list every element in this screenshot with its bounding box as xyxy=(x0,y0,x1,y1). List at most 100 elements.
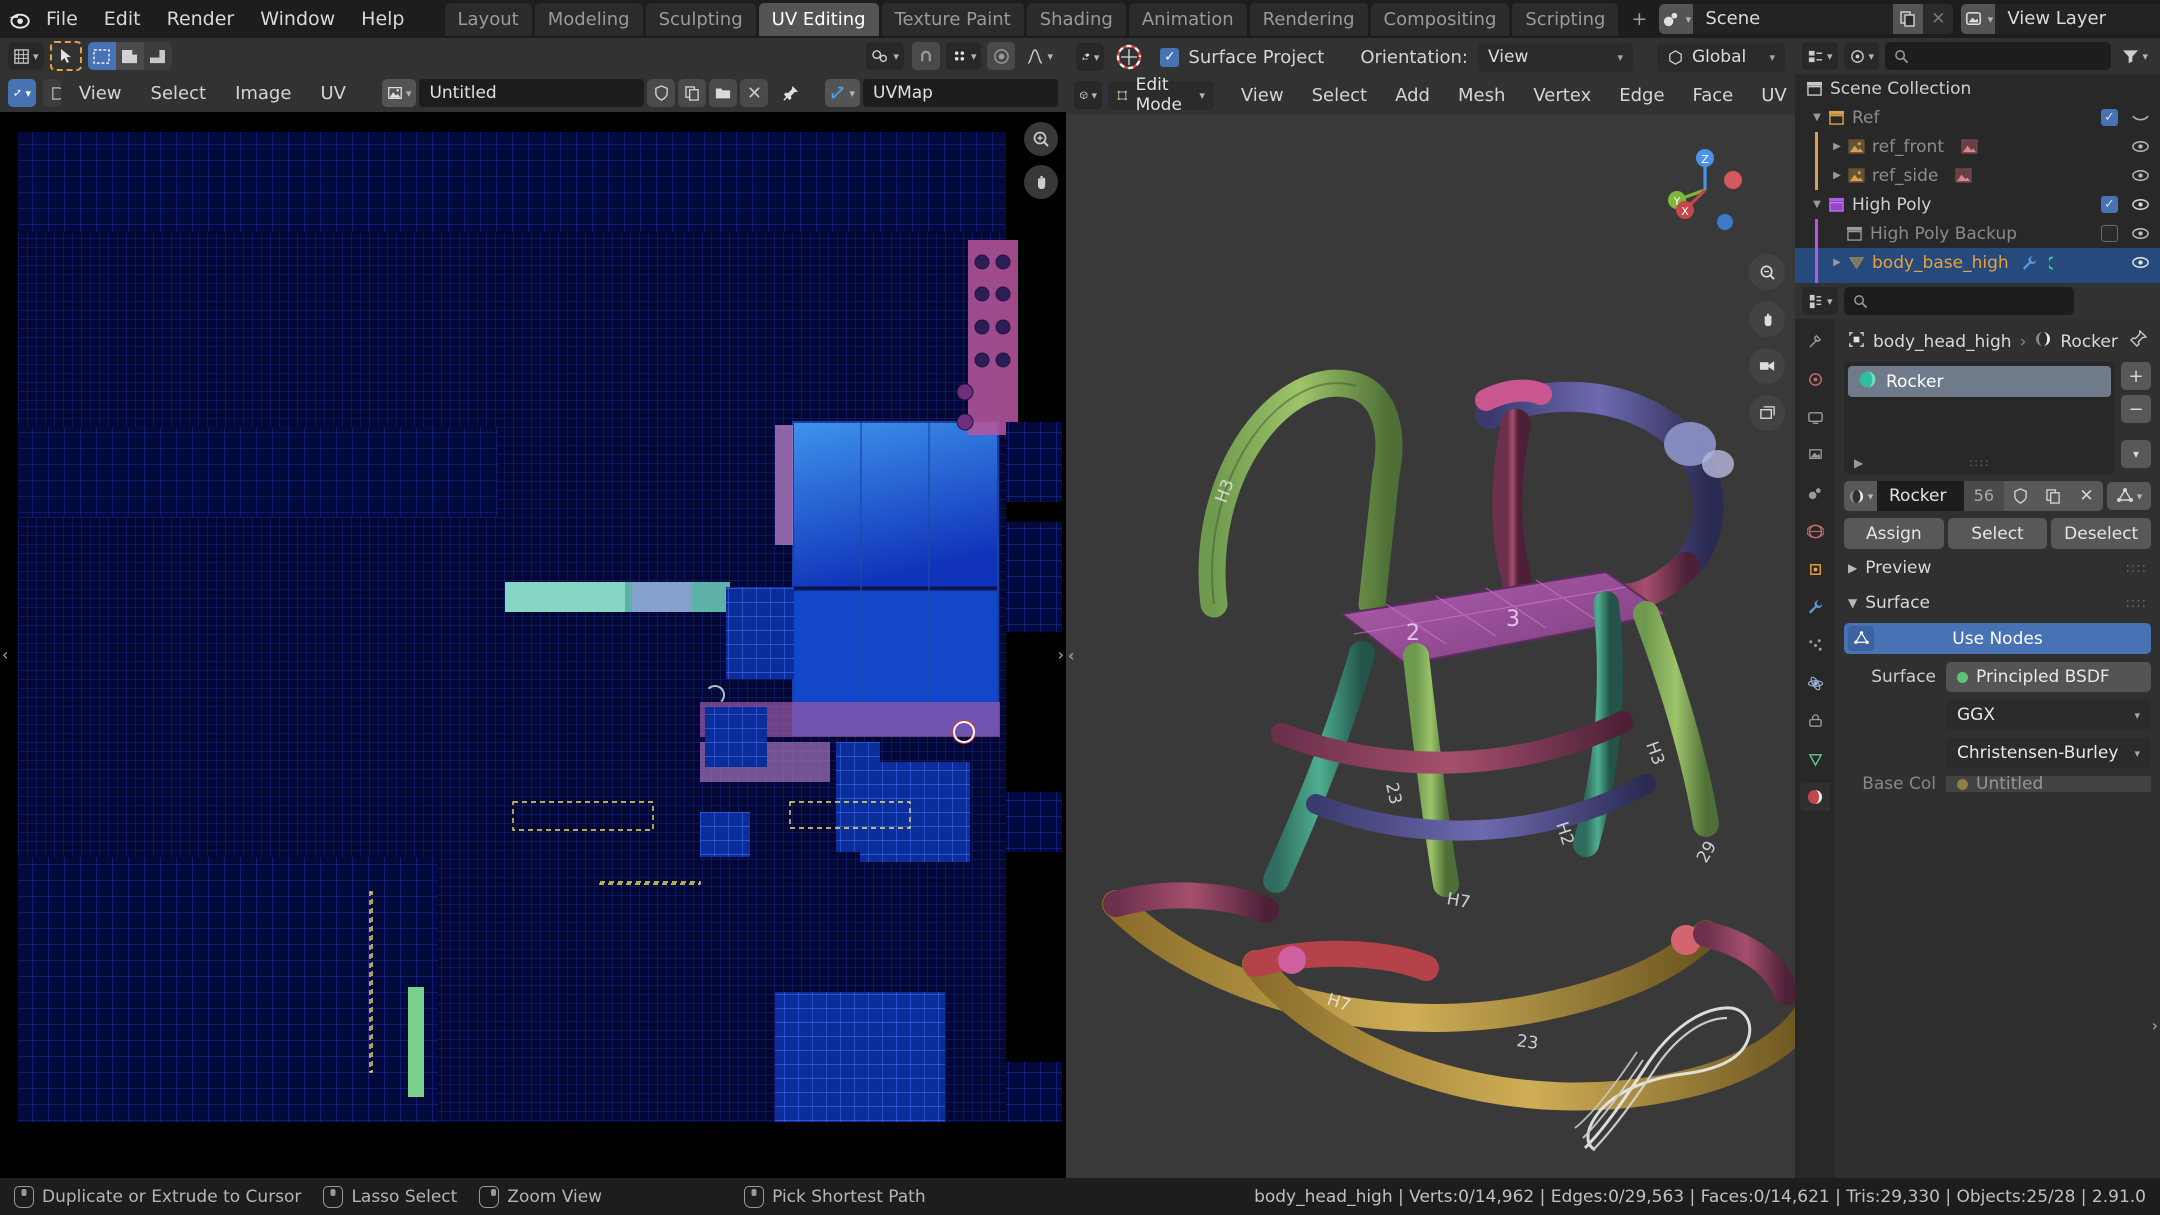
menu-window[interactable]: Window xyxy=(248,5,347,33)
eye-icon[interactable] xyxy=(2128,256,2152,269)
properties-search-input[interactable] xyxy=(1843,287,2074,315)
menu-file[interactable]: File xyxy=(34,5,90,33)
image-data-icon[interactable] xyxy=(1958,137,1980,157)
viewport-menu-uv[interactable]: UV xyxy=(1750,82,1798,109)
uv-left-region-toggle[interactable]: ‹ xyxy=(2,645,8,664)
outliner-row-scene-collection[interactable]: Scene Collection xyxy=(1795,74,2160,103)
view-layer-name-field[interactable]: View Layer xyxy=(1995,4,2160,34)
magnet-icon[interactable] xyxy=(911,42,940,70)
eye-icon[interactable] xyxy=(2128,227,2152,240)
material-slot-item[interactable]: Rocker xyxy=(1848,366,2111,397)
remove-slot-icon[interactable]: − xyxy=(2121,395,2151,423)
surface-shader-value[interactable]: Principled BSDF xyxy=(1946,662,2151,692)
workspace-tab-shading[interactable]: Shading xyxy=(1026,2,1126,36)
scene-name-field[interactable]: Scene xyxy=(1693,4,1894,34)
uvmap-icon[interactable]: ▾ xyxy=(825,79,860,107)
select-button[interactable]: Select xyxy=(1947,518,2048,549)
image-close-icon[interactable]: ✕ xyxy=(740,79,769,107)
tab-scene-icon[interactable] xyxy=(1800,479,1830,507)
filter-funnel-icon[interactable]: ▾ xyxy=(2117,42,2153,70)
outliner-display-icon[interactable]: ▾ xyxy=(1802,42,1838,70)
slot-specials-chevron-icon[interactable]: ▾ xyxy=(2121,440,2151,468)
viewport-menu-vertex[interactable]: Vertex xyxy=(1522,82,1602,109)
outliner-filter-display-icon[interactable]: ▾ xyxy=(1843,42,1880,70)
viewport-canvas[interactable]: 2 3 H3 23 H2 H7 23 H3 29 H7 Z Y X ‹ xyxy=(1066,114,1795,1178)
image-name-field[interactable]: Untitled xyxy=(419,79,645,107)
panel-surface-header[interactable]: ▼ Surface :::: xyxy=(1844,584,2151,619)
viewport-editor-icon[interactable]: ▾ xyxy=(1074,81,1102,109)
base-color-value[interactable]: Untitled xyxy=(1946,776,2151,792)
eye-icon[interactable] xyxy=(2128,169,2152,182)
tab-object-icon[interactable] xyxy=(1800,555,1830,583)
uv-menu-select[interactable]: Select xyxy=(140,80,218,107)
outliner-row-high-poly-backup[interactable]: High Poly Backup xyxy=(1795,219,2160,248)
pan-gizmo-icon[interactable] xyxy=(1749,301,1785,337)
snap-target-icon[interactable]: ▾ xyxy=(945,42,982,70)
new-material-icon[interactable] xyxy=(2037,481,2070,511)
fake-user-icon[interactable] xyxy=(647,79,676,107)
tab-tool-icon[interactable] xyxy=(1800,327,1830,355)
node-tree-icon[interactable]: ▾ xyxy=(2107,482,2151,510)
select-box-icon[interactable] xyxy=(87,42,116,70)
tab-output-icon[interactable] xyxy=(1800,403,1830,431)
proportional-edit-icon[interactable] xyxy=(987,42,1016,70)
workspace-tab-scripting[interactable]: Scripting xyxy=(1512,2,1619,36)
breadcrumb-object[interactable]: body_head_high xyxy=(1873,332,2012,352)
viewport-menu-face[interactable]: Face xyxy=(1682,82,1745,109)
collection-enable-checkbox[interactable]: ✓ xyxy=(2101,196,2118,213)
uv-menu-view[interactable]: View xyxy=(68,80,133,107)
open-folder-icon[interactable] xyxy=(709,79,738,107)
zoom-gizmo-icon[interactable] xyxy=(1749,254,1785,290)
outliner-row-ref-side[interactable]: ▶ ref_side xyxy=(1795,161,2160,190)
eye-icon[interactable] xyxy=(2128,140,2152,153)
fake-user-icon[interactable] xyxy=(2004,481,2037,511)
outliner-row-high-poly[interactable]: ▼ High Poly ✓ xyxy=(1795,190,2160,219)
chevron-right-icon[interactable]: ▶ xyxy=(1829,170,1845,181)
uv-menu-image[interactable]: Image xyxy=(224,80,302,107)
assign-button[interactable]: Assign xyxy=(1844,518,1944,549)
properties-right-region-toggle[interactable]: › xyxy=(2152,1016,2158,1035)
uv-right-region-toggle[interactable]: › xyxy=(1058,645,1064,664)
workspace-tab-layout[interactable]: Layout xyxy=(444,2,532,36)
cursor-tweak-icon[interactable] xyxy=(49,41,82,71)
menu-render[interactable]: Render xyxy=(155,5,247,33)
pin-icon[interactable] xyxy=(2129,329,2148,353)
panel-grip[interactable]: :::: xyxy=(2125,596,2147,611)
pin-icon[interactable] xyxy=(776,79,804,107)
select-lasso-icon[interactable] xyxy=(143,42,172,70)
viewport-left-region-toggle[interactable]: ‹ xyxy=(1068,646,1074,665)
workspace-tab-sculpting[interactable]: Sculpting xyxy=(645,2,756,36)
panel-preview-header[interactable]: ▶ Preview :::: xyxy=(1844,549,2151,584)
mesh-data-icon[interactable] xyxy=(2046,253,2068,273)
workspace-tab-texture-paint[interactable]: Texture Paint xyxy=(881,2,1024,36)
uv-editor-type-icon[interactable]: ▾ xyxy=(8,42,44,70)
new-image-icon[interactable] xyxy=(678,79,707,107)
tab-material-icon[interactable] xyxy=(1800,783,1830,811)
add-workspace-button[interactable]: + xyxy=(1621,3,1657,35)
menu-help[interactable]: Help xyxy=(349,5,416,33)
distribution-dropdown[interactable]: GGX ▾ xyxy=(1946,700,2151,730)
workspace-tab-animation[interactable]: Animation xyxy=(1128,2,1247,36)
tab-particles-icon[interactable] xyxy=(1800,631,1830,659)
outliner-row-ref-front[interactable]: ▶ ref_front xyxy=(1795,132,2160,161)
uv-sync-icon[interactable]: ▾ xyxy=(866,42,904,70)
outliner-row-body-base-top-high[interactable]: ▶ body_base_top_high xyxy=(1795,277,2160,283)
deselect-button[interactable]: Deselect xyxy=(2051,518,2152,549)
interaction-mode-dropdown[interactable]: Edit Mode ▾ xyxy=(1108,75,1214,115)
slot-list-grip[interactable]: :::: xyxy=(1969,456,1990,469)
orientation-dropdown[interactable]: View ▾ xyxy=(1478,42,1633,72)
browse-material-icon[interactable]: ▾ xyxy=(1844,481,1877,511)
scene-duplicate-icon[interactable] xyxy=(1893,4,1924,34)
tab-render-icon[interactable] xyxy=(1800,365,1830,393)
select-circle-icon[interactable] xyxy=(115,42,144,70)
tab-modifier-icon[interactable] xyxy=(1800,593,1830,621)
subsurface-method-dropdown[interactable]: Christensen-Burley ▾ xyxy=(1946,738,2151,768)
zoom-in-icon[interactable] xyxy=(1024,122,1058,156)
slot-list-expand-icon[interactable]: ▶ xyxy=(1854,456,1863,470)
workspace-tab-modeling[interactable]: Modeling xyxy=(534,2,643,36)
eye-closed-icon[interactable] xyxy=(2128,111,2152,124)
chevron-right-icon[interactable]: ▶ xyxy=(1829,257,1845,268)
navigation-gizmo[interactable]: Z Y X xyxy=(1659,144,1751,236)
transform-orientation-dropdown[interactable]: Global ▾ xyxy=(1657,42,1785,72)
toggle-ortho-icon[interactable] xyxy=(1749,395,1785,431)
